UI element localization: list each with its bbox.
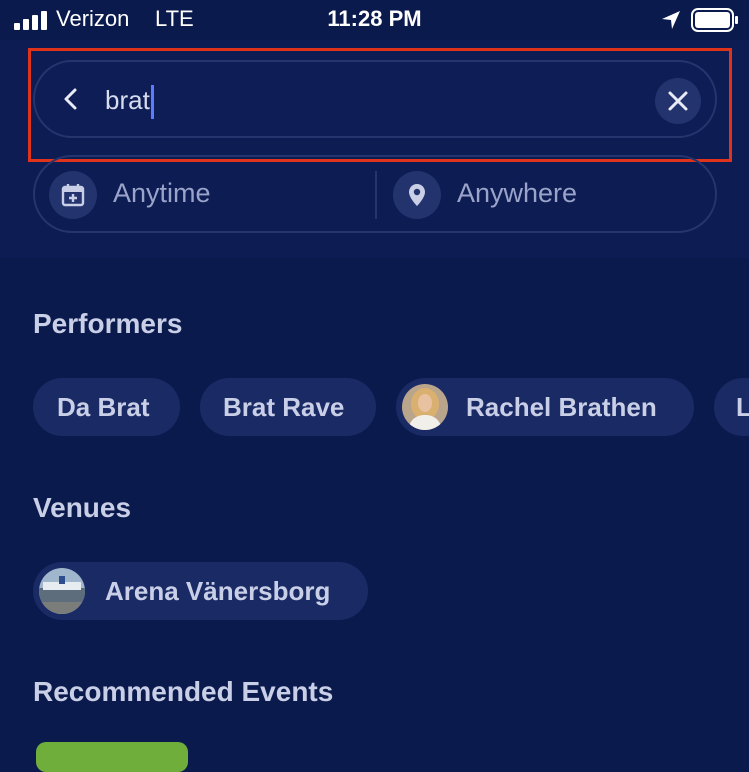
avatar	[402, 384, 448, 430]
avatar	[39, 568, 85, 614]
location-filter-label[interactable]: Anywhere	[457, 178, 577, 209]
location-arrow-icon	[662, 11, 680, 29]
performer-chip-brat-rave[interactable]: Brat Rave	[200, 378, 376, 436]
battery-icon	[691, 8, 738, 32]
location-filter-button[interactable]	[393, 171, 441, 219]
performer-chip-partial[interactable]: L	[714, 378, 749, 436]
date-filter-label[interactable]: Anytime	[113, 178, 211, 209]
highlight-annotation	[28, 48, 732, 162]
performer-chip-label: Da Brat	[57, 392, 150, 422]
performer-chip-rachel-brathen[interactable]: Rachel Brathen	[396, 378, 694, 436]
venue-chip-arena-vanersborg[interactable]: Arena Vänersborg	[33, 562, 368, 620]
recommended-events-heading: Recommended Events	[33, 676, 334, 707]
event-card-thumbnail[interactable]	[36, 742, 188, 772]
status-time: 11:28 PM	[327, 6, 422, 31]
performers-heading: Performers	[33, 308, 183, 339]
venues-heading: Venues	[33, 492, 132, 523]
venue-chip-label: Arena Vänersborg	[105, 576, 331, 606]
performer-chip-label: Rachel Brathen	[466, 392, 657, 422]
filter-bar: Anytime Anywhere	[33, 155, 717, 233]
performer-chip-label: L	[736, 392, 749, 422]
performer-chip-label: Brat Rave	[223, 392, 345, 422]
status-bar: Verizon LTE 11:28 PM	[0, 0, 749, 40]
calendar-plus-icon	[61, 184, 85, 207]
filter-divider	[375, 171, 377, 219]
performer-chip-da-brat[interactable]: Da Brat	[33, 378, 180, 436]
date-filter-button[interactable]	[49, 171, 97, 219]
map-pin-icon	[409, 184, 425, 206]
